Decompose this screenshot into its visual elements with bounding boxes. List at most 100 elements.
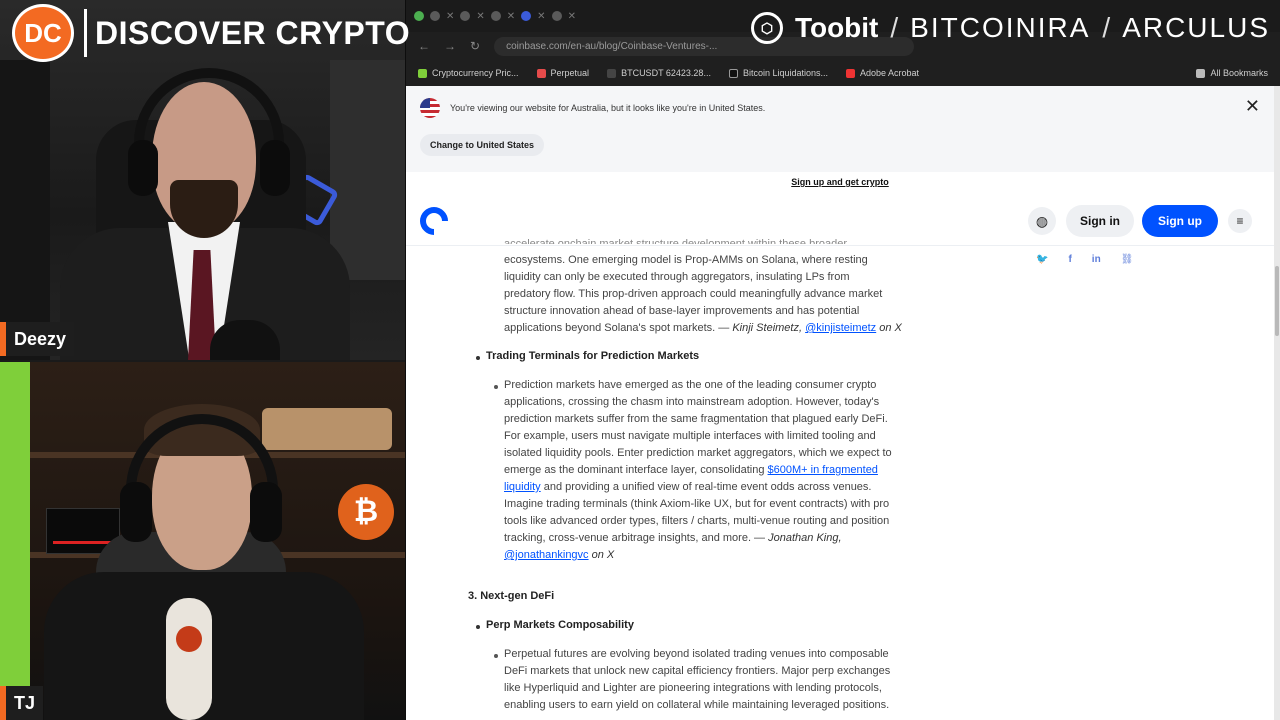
bookmark-favicon — [846, 68, 856, 78]
paragraph-line: enabling users to earn yield on collater… — [504, 699, 890, 711]
section-heading-next-gen-defi: 3. Next-gen DeFi — [468, 590, 555, 602]
paragraph-line: accelerate onchain market structure deve… — [504, 238, 848, 244]
paragraph-line: liquidity and providing a unified view o… — [504, 479, 946, 496]
paragraph-line: prediction markets suffer from the same … — [504, 413, 888, 425]
microphone — [166, 598, 212, 720]
tab-close-icon[interactable]: ✕ — [476, 11, 484, 22]
page-scrollbar[interactable] — [1274, 86, 1280, 720]
paragraph-line: Imagine trading terminals (think Axiom-l… — [504, 498, 890, 510]
microphone-logo — [176, 626, 202, 652]
sponsor-separator: / — [1102, 12, 1111, 43]
bookmark-favicon — [418, 68, 427, 78]
bookmark-label: Bitcoin Liquidations... — [742, 68, 829, 78]
discover-crypto-logo: DC — [12, 4, 74, 62]
tab-favicon[interactable] — [430, 11, 440, 21]
brand-name: DISCOVER CRYPTO — [95, 14, 411, 51]
source-label: on X — [588, 549, 615, 561]
forward-icon[interactable]: → — [444, 39, 456, 53]
twitter-icon[interactable]: 🐦 — [1036, 254, 1048, 265]
tab-close-icon[interactable]: ✕ — [446, 11, 454, 22]
paragraph-line: applications beyond Solana's spot market… — [504, 320, 946, 337]
reload-icon[interactable]: ↻ — [470, 39, 480, 53]
author-handle-link[interactable]: @kinjisteimetz — [805, 322, 876, 334]
background-wall — [0, 60, 50, 360]
fragmented-liquidity-link[interactable]: $600M+ in fragmented — [768, 464, 878, 476]
headphones-right — [260, 140, 290, 196]
bookmark-item[interactable]: Bitcoin Liquidations... — [728, 68, 829, 78]
paragraph-line: structure innovation ahead of base-layer… — [504, 305, 860, 317]
wall-sign — [262, 408, 392, 450]
bullet-icon — [476, 625, 480, 629]
coinbase-logo-icon[interactable] — [414, 201, 454, 241]
paragraph-line: emerge as the dominant interface layer, … — [504, 462, 946, 479]
globe-icon[interactable]: ◍ — [1028, 207, 1056, 235]
tab-close-icon[interactable]: ✕ — [537, 11, 545, 22]
bullet-icon — [494, 385, 498, 389]
tab-favicon[interactable] — [551, 11, 562, 21]
bookmark-item[interactable]: Cryptocurrency Pric... — [418, 68, 519, 78]
subheading-perp-markets: Perp Markets Composability — [486, 619, 634, 631]
tab-close-icon[interactable]: ✕ — [568, 11, 576, 22]
tab-close-icon[interactable]: ✕ — [507, 11, 515, 22]
bullet-icon — [494, 654, 498, 658]
paragraph-line: DeFi markets that unlock new capital eff… — [504, 665, 891, 677]
source-label: on X — [879, 322, 902, 334]
bookmark-item[interactable]: BTCUSDT 62423.28... — [607, 68, 711, 78]
region-notice: You're viewing our website for Australia… — [450, 103, 766, 113]
all-bookmarks[interactable]: All Bookmarks — [1196, 68, 1280, 78]
brand-divider — [84, 9, 87, 57]
background-shelf — [330, 60, 405, 280]
bookmark-favicon — [607, 68, 617, 78]
promo-bar: Sign up and get crypto — [406, 172, 1274, 192]
hamburger-menu-icon[interactable]: ≡ — [1228, 209, 1252, 233]
back-icon[interactable]: ← — [418, 39, 430, 53]
facebook-icon[interactable]: f — [1068, 254, 1071, 265]
browser-window: ✕ ✕ ✕ ✕ ✕ ← → ↻ coinbase.com/en-au/blog/… — [406, 0, 1280, 720]
headphones-right — [250, 482, 282, 542]
close-icon[interactable]: ✕ — [1245, 96, 1260, 117]
scrollbar-thumb[interactable] — [1275, 266, 1279, 336]
sign-up-button[interactable]: Sign up — [1142, 205, 1218, 237]
subheading-trading-terminals: Trading Terminals for Prediction Markets — [486, 350, 700, 362]
text-run: applications beyond Solana's spot market… — [504, 322, 733, 334]
region-banner: You're viewing our website for Australia… — [406, 86, 1274, 172]
bookmarks-bar: Cryptocurrency Pric... Perpetual BTCUSDT… — [406, 62, 1280, 84]
tab-favicon[interactable] — [460, 11, 471, 21]
paragraph-line: ecosystems. One emerging model is Prop-A… — [504, 254, 868, 266]
author-handle-link[interactable]: @jonathankingvc — [504, 549, 589, 561]
paragraph-line: @jonathankingvc on X — [504, 547, 946, 564]
paragraph-line: For example, users must navigate multipl… — [504, 430, 876, 442]
bullet-icon — [476, 356, 480, 360]
paragraph-line: like Hyperliquid and Lighter are pioneer… — [504, 682, 882, 694]
paragraph-line: tracking, cross-venue arbitrage insights… — [504, 530, 946, 547]
author-name: Kinji Steimetz, — [732, 322, 803, 334]
sponsor-separator: / — [890, 12, 899, 43]
fragmented-liquidity-link[interactable]: liquidity — [504, 481, 541, 493]
paragraph-line: Prediction markets have emerged as the o… — [504, 379, 877, 391]
tab-favicon[interactable] — [490, 11, 501, 21]
headphones-band — [134, 68, 284, 158]
text-run: and providing a unified view of real-tim… — [540, 481, 872, 493]
bookmark-item[interactable]: Adobe Acrobat — [846, 68, 919, 78]
linkedin-icon[interactable]: in — [1092, 254, 1101, 265]
promo-link[interactable]: Sign up and get crypto — [791, 177, 889, 187]
web-page: You're viewing our website for Australia… — [406, 86, 1274, 720]
headphones-left — [120, 482, 152, 542]
tab-favicon[interactable] — [521, 11, 532, 21]
link-icon[interactable]: ⛓ — [1121, 254, 1134, 265]
sign-in-button[interactable]: Sign in — [1066, 205, 1134, 237]
bookmark-item[interactable]: Perpetual — [536, 68, 589, 78]
paragraph-line: applications, crossing the chasm into ma… — [504, 396, 880, 408]
host-name-tag: TJ — [0, 686, 44, 720]
host-name: Deezy — [6, 322, 75, 356]
change-region-button[interactable]: Change to United States — [420, 134, 545, 156]
price-chart-line — [53, 541, 113, 544]
all-bookmarks-label: All Bookmarks — [1210, 68, 1268, 78]
host-name-tag: Deezy — [0, 322, 75, 356]
tab-favicon[interactable] — [414, 11, 424, 21]
headphones-left — [128, 140, 158, 196]
sponsor-bar: ⬡ Toobit / BITCOINIRA / ARCULUS — [750, 12, 1270, 44]
paragraph-line: tools like advanced order types, filters… — [504, 515, 890, 527]
bookmark-label: Cryptocurrency Pric... — [432, 68, 519, 78]
paragraph-line: predatory flow. This prop-driven approac… — [504, 288, 883, 300]
